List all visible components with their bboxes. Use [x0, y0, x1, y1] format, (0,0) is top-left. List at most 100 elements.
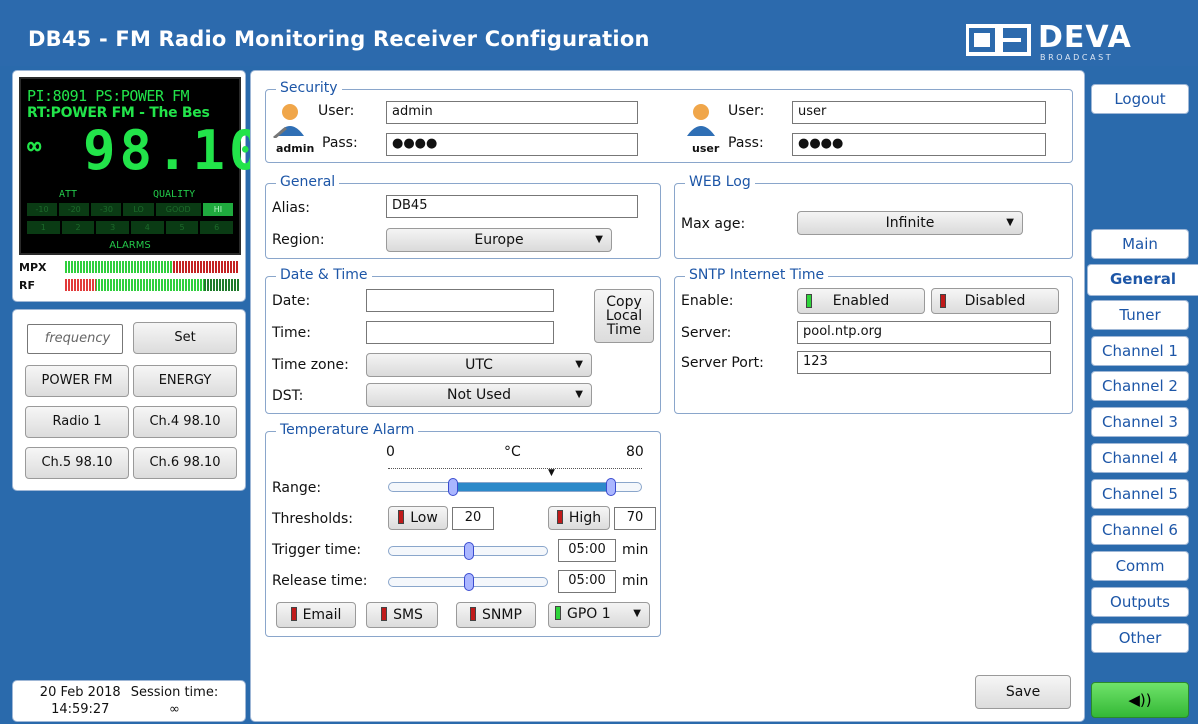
low-threshold-field[interactable]: 20	[452, 507, 494, 530]
server-label: Server:	[681, 325, 732, 341]
range-low-thumb[interactable]	[447, 478, 458, 496]
logo-subtitle: BROADCAST	[1040, 53, 1114, 62]
user-pass-field[interactable]: ●●●●	[792, 133, 1046, 156]
admin-tag: admin	[276, 142, 315, 155]
gpo-select[interactable]: GPO 1 ▼	[548, 602, 650, 628]
temp-min-label: 0	[386, 444, 395, 460]
weblog-legend: WEB Log	[685, 174, 755, 190]
preset-button[interactable]: Ch.4 98.10	[133, 406, 237, 438]
release-time-field[interactable]: 05:00	[558, 570, 616, 593]
tab-outputs[interactable]: Outputs	[1091, 587, 1189, 617]
preset-button[interactable]: Ch.6 98.10	[133, 447, 237, 479]
frequency-input[interactable]: frequency	[27, 324, 123, 354]
admin-pass-field[interactable]: ●●●●	[386, 133, 638, 156]
sms-alarm-button[interactable]: SMS	[366, 602, 438, 628]
preset-button[interactable]: ENERGY	[133, 365, 237, 397]
dst-select[interactable]: Not Used ▼	[366, 383, 592, 407]
preset-button[interactable]: Ch.5 98.10	[25, 447, 129, 479]
alias-field[interactable]: DB45	[386, 195, 638, 218]
chevron-down-icon: ▼	[1006, 217, 1014, 228]
tab-channel-3[interactable]: Channel 3	[1091, 407, 1189, 437]
admin-user-icon	[273, 104, 304, 138]
tab-comm[interactable]: Comm	[1091, 551, 1189, 581]
snmp-alarm-button[interactable]: SNMP	[456, 602, 536, 628]
sntp-enabled-button[interactable]: Enabled	[797, 288, 925, 314]
led-off-icon	[398, 510, 405, 524]
alarm-cell: 1	[27, 221, 60, 234]
time-field[interactable]	[366, 321, 554, 344]
copy-local-time-button[interactable]: Copy Local Time	[594, 289, 654, 343]
lcd-pi-ps: PI:8091 PS:POWER FM	[27, 87, 190, 105]
deva-logo: DEVA BROADCAST	[966, 20, 1188, 62]
chevron-down-icon: ▼	[575, 359, 583, 370]
user-user-field[interactable]: user	[792, 101, 1046, 124]
trigger-time-thumb[interactable]	[464, 542, 474, 560]
audio-button[interactable]: ◀))	[1091, 682, 1189, 718]
release-time-label: Release time:	[272, 573, 368, 589]
logout-button[interactable]: Logout	[1091, 84, 1189, 114]
server-port-field[interactable]: 123	[797, 351, 1051, 374]
trigger-time-label: Trigger time:	[272, 542, 362, 558]
user-icon	[687, 104, 715, 136]
max-age-select[interactable]: Infinite ▼	[797, 211, 1023, 235]
sntp-legend: SNTP Internet Time	[685, 267, 829, 283]
tab-channel-6[interactable]: Channel 6	[1091, 515, 1189, 545]
logo-brand: DEVA	[1038, 20, 1132, 55]
tab-tuner[interactable]: Tuner	[1091, 300, 1189, 330]
sntp-enable-label: Enable:	[681, 293, 734, 309]
admin-pass-label: Pass:	[322, 135, 358, 151]
high-threshold-button[interactable]: High	[548, 506, 610, 530]
mpx-label: MPX	[19, 261, 47, 274]
att-cell: -10	[27, 203, 58, 216]
alias-label: Alias:	[272, 200, 310, 216]
range-slider[interactable]	[388, 478, 642, 496]
tab-channel-2[interactable]: Channel 2	[1091, 371, 1189, 401]
alarms-label: ALARMS	[109, 240, 151, 251]
chevron-down-icon: ▼	[595, 234, 603, 245]
temp-max-label: 80	[626, 444, 644, 460]
release-time-slider[interactable]	[388, 573, 548, 591]
admin-user-field[interactable]: admin	[386, 101, 638, 124]
tab-other[interactable]: Other	[1091, 623, 1189, 653]
tab-channel-1[interactable]: Channel 1	[1091, 336, 1189, 366]
range-slider-fill	[452, 483, 612, 491]
sntp-disabled-button[interactable]: Disabled	[931, 288, 1059, 314]
att-cell: -30	[91, 203, 122, 216]
region-select[interactable]: Europe ▼	[386, 228, 612, 252]
preset-button[interactable]: POWER FM	[25, 365, 129, 397]
config-main-panel: Security admin User: admin Pass: ●●●● us…	[250, 70, 1085, 722]
server-field[interactable]: pool.ntp.org	[797, 321, 1051, 344]
general-legend: General	[276, 174, 340, 190]
timezone-select[interactable]: UTC ▼	[366, 353, 592, 377]
tab-channel-4[interactable]: Channel 4	[1091, 443, 1189, 473]
quality-cell: LO	[123, 203, 154, 216]
trigger-min-unit: min	[622, 542, 649, 558]
low-threshold-button[interactable]: Low	[388, 506, 448, 530]
alarm-cell: 2	[61, 221, 95, 234]
preset-button[interactable]: Radio 1	[25, 406, 129, 438]
tab-main[interactable]: Main	[1091, 229, 1189, 259]
alarm-cells: 1 2 3 4 5 6	[27, 221, 234, 234]
att-quality-cells: -10 -20 -30 LO GOOD HI	[27, 203, 234, 216]
page-title: DB45 - FM Radio Monitoring Receiver Conf…	[28, 27, 650, 51]
tab-general[interactable]: General	[1087, 264, 1198, 296]
timezone-value: UTC	[465, 357, 493, 373]
temperature-section: Temperature Alarm 0 °C 80 ▼ Range: Thres…	[265, 422, 661, 637]
set-frequency-button[interactable]: Set	[133, 322, 237, 354]
temp-scale	[388, 468, 642, 469]
email-alarm-button[interactable]: Email	[276, 602, 356, 628]
release-time-thumb[interactable]	[464, 573, 474, 591]
mpx-meter	[65, 261, 239, 273]
quality-label: QUALITY	[153, 189, 196, 200]
timezone-label: Time zone:	[272, 357, 349, 373]
save-button[interactable]: Save	[975, 675, 1071, 709]
trigger-time-field[interactable]: 05:00	[558, 539, 616, 562]
status-bar: 20 Feb 2018 14:59:27 Session time: ∞	[12, 680, 246, 722]
range-high-thumb[interactable]	[606, 478, 617, 496]
tab-channel-5[interactable]: Channel 5	[1091, 479, 1189, 509]
high-threshold-field[interactable]: 70	[614, 507, 656, 530]
sntp-section: SNTP Internet Time Enable: Enabled Disab…	[674, 267, 1073, 414]
thresholds-label: Thresholds:	[272, 511, 354, 527]
trigger-time-slider[interactable]	[388, 542, 548, 560]
date-field[interactable]	[366, 289, 554, 312]
